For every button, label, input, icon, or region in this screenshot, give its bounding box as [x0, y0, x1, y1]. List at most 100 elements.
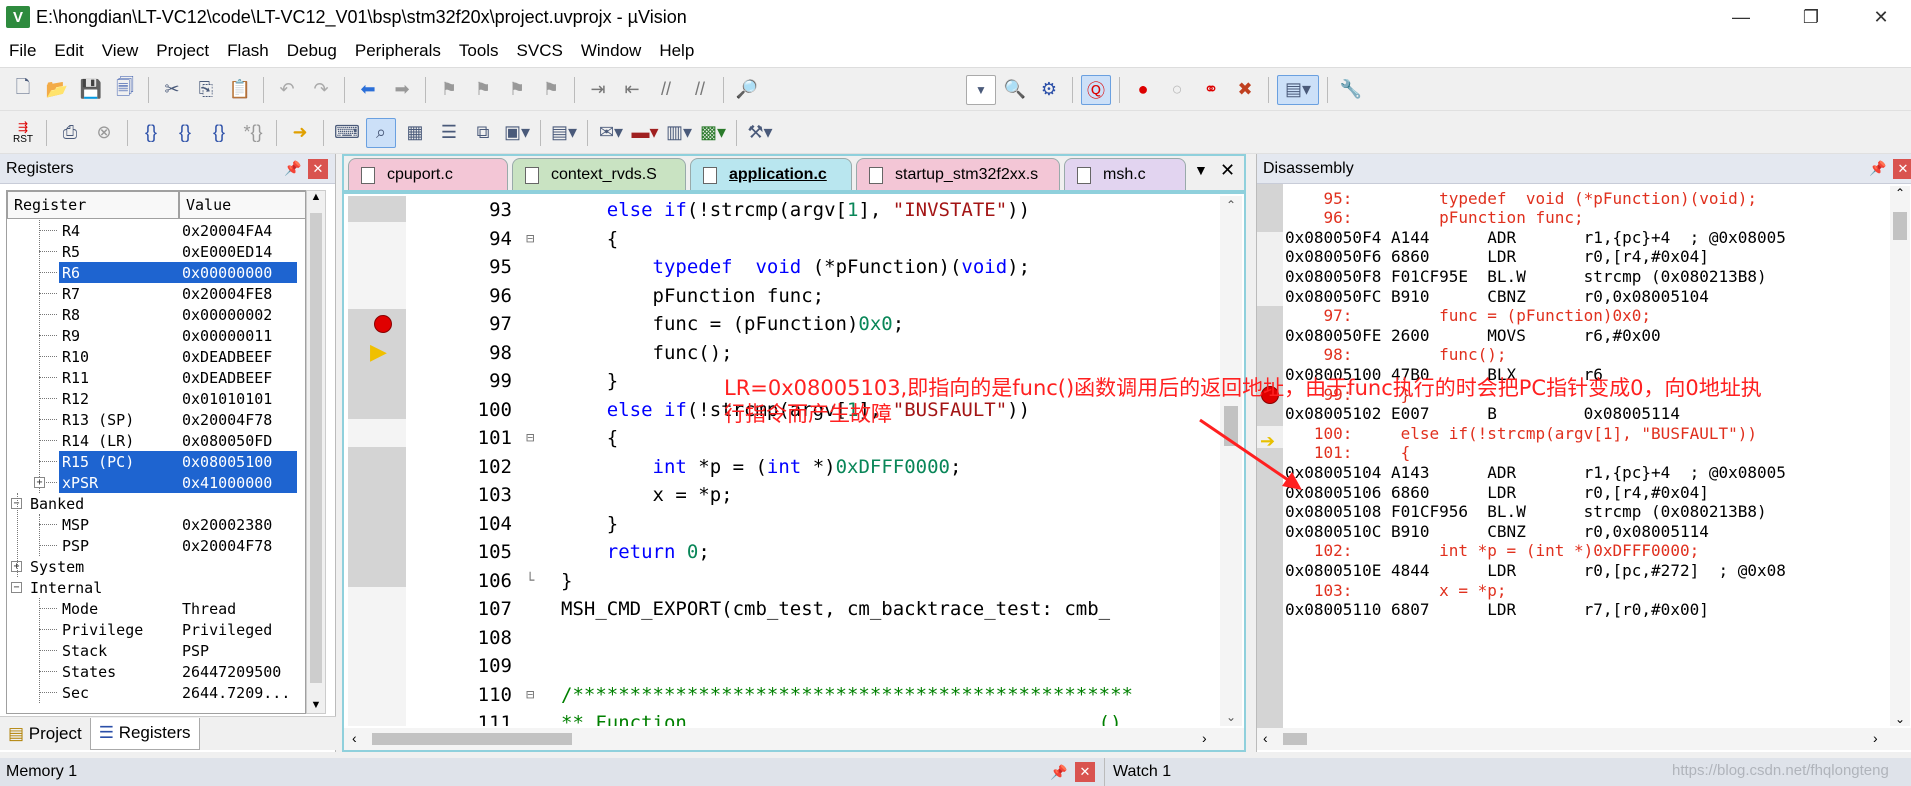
run-icon[interactable]: ⎙	[55, 118, 85, 148]
register-value[interactable]: 0xDEADBEEF	[179, 367, 272, 388]
trace-window-icon[interactable]: ▥▾	[664, 118, 694, 148]
register-value[interactable]: PSP	[179, 640, 209, 661]
unindent-icon[interactable]: ⇤	[617, 75, 647, 105]
fold-icon[interactable]: ⊟	[526, 687, 534, 703]
menu-window[interactable]: Window	[572, 41, 650, 61]
close-tab-icon[interactable]: ✕	[1220, 160, 1235, 181]
editor-horizontal-scrollbar[interactable]: ‹ ›	[344, 728, 1244, 750]
pin-icon[interactable]: 📌	[1869, 160, 1886, 177]
kill-breakpoints-icon[interactable]: ✖	[1230, 75, 1260, 105]
register-value[interactable]: 0xDEADBEEF	[179, 346, 272, 367]
code-line[interactable]: 109	[406, 652, 1244, 681]
expand-icon[interactable]: +	[34, 477, 45, 488]
menu-debug[interactable]: Debug	[278, 41, 346, 61]
tab-application-c[interactable]: application.c	[690, 158, 852, 190]
redo-icon[interactable]: ↷	[306, 75, 336, 105]
register-value[interactable]: 0x20002380	[179, 514, 272, 535]
group-internal[interactable]: Internal	[27, 577, 102, 598]
save-all-icon[interactable]: 🗐	[110, 75, 140, 105]
register-value[interactable]: 2644.7209...	[179, 682, 290, 703]
breakpoint-margin[interactable]: ▶	[348, 196, 406, 726]
find-in-files-icon[interactable]: 🔎	[732, 75, 762, 105]
window-layout-icon[interactable]: ▤▾	[1277, 74, 1319, 105]
tab-msh-c[interactable]: msh.c	[1064, 158, 1186, 190]
register-value[interactable]: 0x20004F78	[179, 409, 272, 430]
tab-registers[interactable]: ☰ Registers	[89, 717, 200, 750]
pin-icon[interactable]: 📌	[1050, 764, 1067, 781]
code-line[interactable]: 110 ⊟ /***********************************…	[406, 681, 1244, 710]
register-value[interactable]: 0x01010101	[179, 388, 272, 409]
symbols-window-icon[interactable]: ▦	[400, 118, 430, 148]
code-line[interactable]: 103 x = *p;	[406, 481, 1244, 510]
save-icon[interactable]: 💾	[76, 75, 106, 105]
enable-breakpoint-icon[interactable]: ○	[1162, 75, 1192, 105]
tab-cpuport-c[interactable]: cpuport.c	[348, 158, 508, 190]
disassembly-horizontal-scrollbar[interactable]: ‹ ›	[1257, 728, 1911, 750]
register-value[interactable]: Thread	[179, 598, 236, 619]
reset-icon[interactable]: ⇶ RST	[8, 118, 38, 148]
step-over-icon[interactable]: {}	[170, 118, 200, 148]
copy-icon[interactable]: ⎘	[191, 75, 221, 105]
command-window-icon[interactable]: ⌨	[332, 118, 362, 148]
memory-panel-header[interactable]: Memory 1	[0, 758, 1100, 786]
value-column-header[interactable]: Value	[179, 191, 305, 219]
menu-view[interactable]: View	[93, 41, 148, 61]
paste-icon[interactable]: 📋	[225, 75, 255, 105]
code-line[interactable]: 102 int *p = (int *)0xDFFF0000;	[406, 453, 1244, 482]
code-line[interactable]: 96 pFunction func;	[406, 282, 1244, 311]
collapse-icon[interactable]: −	[11, 582, 22, 593]
menu-file[interactable]: File	[0, 41, 45, 61]
bookmark-prev-icon[interactable]: ⚑	[468, 75, 498, 105]
nav-back-icon[interactable]: ⬅	[353, 75, 383, 105]
code-line[interactable]: 107 MSH_CMD_EXPORT(cmb_test, cm_backtrace…	[406, 595, 1244, 624]
undo-icon[interactable]: ↶	[272, 75, 302, 105]
cut-icon[interactable]: ✂	[157, 75, 187, 105]
step-into-icon[interactable]: {}	[136, 118, 166, 148]
show-next-statement-icon[interactable]: ➜	[285, 118, 315, 148]
register-value[interactable]: 0x00000000	[179, 262, 297, 283]
system-viewer-icon[interactable]: ▩▾	[698, 118, 728, 148]
serial-window-icon[interactable]: ✉▾	[596, 118, 626, 148]
code-line[interactable]: 111 ** Function ()	[406, 709, 1244, 726]
configure-icon[interactable]: 🔧	[1336, 75, 1366, 105]
instruction-line[interactable]: 0x08005110 6807 LDR r7,[r0,#0x00]	[1285, 598, 1885, 622]
code-line[interactable]: 93 else if(!strcmp(argv[1], "INVSTATE"))	[406, 196, 1244, 225]
nav-forward-icon[interactable]: ➡	[387, 75, 417, 105]
register-value[interactable]: 0x00000011	[179, 325, 272, 346]
code-line[interactable]: 106 └}	[406, 567, 1244, 596]
new-file-icon[interactable]: 🗋	[8, 75, 38, 105]
bookmark-clear-icon[interactable]: ⚑	[536, 75, 566, 105]
fold-icon[interactable]: ⊟	[526, 231, 534, 247]
menu-svcs[interactable]: SVCS	[508, 41, 572, 61]
register-value[interactable]: 0x080050FD	[179, 430, 272, 451]
run-to-cursor-icon[interactable]: *{}	[238, 118, 268, 148]
step-out-icon[interactable]: {}	[204, 118, 234, 148]
register-value[interactable]: 26447209500	[179, 661, 281, 682]
pin-icon[interactable]: 📌	[284, 160, 301, 177]
code-line[interactable]: 98 func();	[406, 339, 1244, 368]
menu-edit[interactable]: Edit	[45, 41, 92, 61]
memory-window-icon[interactable]: ▤▾	[549, 118, 579, 148]
code-line[interactable]: 101 ⊟ {	[406, 424, 1244, 453]
tab-project[interactable]: ▤ Project	[0, 719, 90, 749]
register-column-header[interactable]: Register	[7, 191, 179, 219]
comment-icon[interactable]: //	[651, 75, 681, 105]
registers-window-icon[interactable]: ☰	[434, 118, 464, 148]
menu-flash[interactable]: Flash	[218, 41, 278, 61]
bookmark-icon[interactable]: ⚑	[434, 75, 464, 105]
register-value[interactable]: 0x00000002	[179, 304, 272, 325]
bookmark-next-icon[interactable]: ⚑	[502, 75, 532, 105]
register-value[interactable]: 0x41000000	[179, 472, 297, 493]
call-stack-icon[interactable]: ⧉	[468, 118, 498, 148]
disassembly-vertical-scrollbar[interactable]: ⌃ ⌄	[1890, 186, 1910, 726]
close-icon[interactable]: ✕	[308, 159, 328, 179]
code-line[interactable]: 97 func = (pFunction)0x0;	[406, 310, 1244, 339]
minimize-button[interactable]: —	[1712, 0, 1770, 34]
disable-breakpoints-icon[interactable]: ⚭	[1196, 75, 1226, 105]
analysis-window-icon[interactable]: ▬▾	[630, 118, 660, 148]
insert-breakpoint-icon[interactable]: ●	[1128, 75, 1158, 105]
toolbox-icon[interactable]: ⚒▾	[745, 118, 775, 148]
code-line[interactable]: 105 return 0;	[406, 538, 1244, 567]
debug-session-icon[interactable]: Ⓠ	[1081, 74, 1111, 105]
fold-icon[interactable]: └	[526, 573, 534, 589]
